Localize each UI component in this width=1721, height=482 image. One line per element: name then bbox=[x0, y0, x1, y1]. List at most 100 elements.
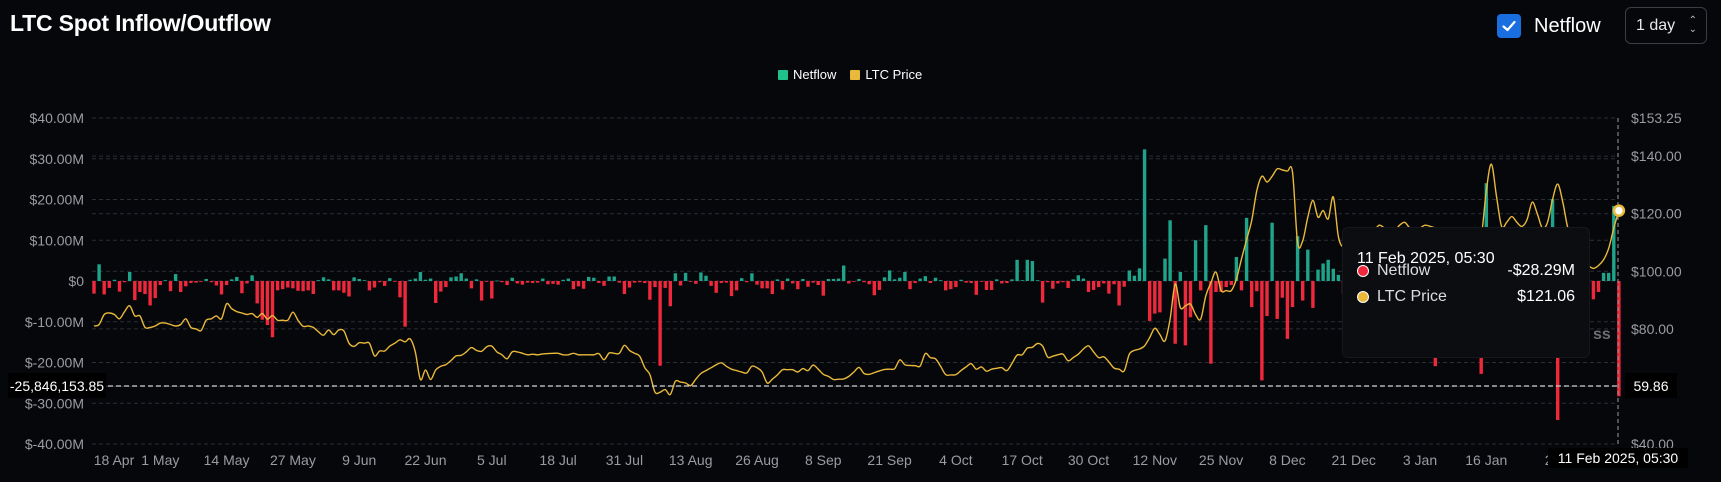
netflow-bar bbox=[1107, 281, 1111, 294]
netflow-bar bbox=[908, 281, 912, 290]
netflow-bar bbox=[1290, 281, 1295, 308]
left-axis-tick-label: $40.00M bbox=[30, 110, 84, 126]
netflow-bar bbox=[418, 272, 423, 281]
netflow-bar bbox=[510, 277, 514, 281]
netflow-bar bbox=[913, 281, 917, 284]
right-axis-tick-label: $140.00 bbox=[1631, 148, 1682, 164]
netflow-bar bbox=[831, 278, 836, 281]
netflow-bar bbox=[352, 277, 356, 281]
netflow-bar bbox=[199, 281, 203, 282]
netflow-bar bbox=[1306, 249, 1310, 281]
netflow-bar bbox=[479, 281, 484, 301]
netflow-bar bbox=[530, 281, 535, 284]
netflow-bar bbox=[1280, 281, 1284, 298]
netflow-bar bbox=[1010, 279, 1014, 281]
netflow-bar bbox=[179, 281, 183, 293]
netflow-bar bbox=[372, 281, 377, 288]
netflow-bar bbox=[893, 279, 897, 281]
netflow-bar bbox=[816, 281, 820, 286]
netflow-bar bbox=[1000, 281, 1004, 284]
tooltip-netflow-label: Netflow bbox=[1377, 262, 1431, 279]
netflow-bar bbox=[638, 281, 642, 283]
netflow-bar bbox=[1301, 281, 1305, 301]
netflow-bar bbox=[500, 281, 504, 283]
netflow-bar bbox=[291, 281, 295, 289]
netflow-bar bbox=[459, 273, 463, 281]
netflow-bar bbox=[122, 281, 127, 283]
netflow-bar bbox=[938, 280, 943, 281]
x-axis-tick-label: 5 Jul bbox=[477, 452, 507, 468]
netflow-bar bbox=[821, 281, 825, 296]
netflow-bar bbox=[903, 272, 907, 281]
netflow-bar bbox=[1204, 225, 1208, 281]
crosshair-right-value: 59.86 bbox=[1625, 373, 1677, 398]
netflow-bar bbox=[490, 281, 494, 299]
netflow-bar bbox=[1097, 281, 1101, 288]
netflow-bar bbox=[275, 281, 280, 291]
netflow-bar bbox=[505, 281, 509, 286]
netflow-bar bbox=[92, 281, 96, 294]
x-axis-labels: 18 Apr 1 May 14 May 27 May 9 Jun 22 Jun 5 Jul 1… bbox=[94, 452, 1561, 468]
netflow-bar bbox=[587, 276, 591, 281]
netflow-bar bbox=[1250, 281, 1254, 308]
netflow-bar bbox=[898, 277, 902, 281]
netflow-bar bbox=[959, 279, 963, 281]
netflow-bar bbox=[224, 281, 229, 286]
netflow-bar bbox=[785, 278, 790, 281]
netflow-bar bbox=[1285, 281, 1290, 339]
netflow-bar bbox=[852, 281, 856, 282]
x-axis-tick-label: 13 Aug bbox=[669, 452, 713, 468]
left-axis-tick-label: $20.00M bbox=[30, 192, 84, 208]
netflow-bar bbox=[485, 281, 489, 282]
netflow-bar bbox=[551, 281, 555, 284]
netflow-bar bbox=[699, 272, 703, 281]
netflow-bar bbox=[143, 281, 147, 295]
left-axis-tick-label: $30.00M bbox=[30, 151, 84, 167]
netflow-bar bbox=[867, 281, 871, 285]
netflow-bar bbox=[770, 281, 774, 295]
netflow-bar bbox=[979, 281, 984, 282]
netflow-bar bbox=[439, 281, 443, 292]
netflow-bar bbox=[428, 278, 433, 281]
netflow-bar bbox=[796, 281, 800, 290]
netflow-bar bbox=[173, 274, 178, 281]
netflow-bar bbox=[209, 281, 213, 283]
netflow-bar bbox=[949, 281, 953, 290]
netflow-bar bbox=[1127, 270, 1131, 281]
netflow-bar bbox=[857, 278, 861, 281]
netflow-bar bbox=[663, 281, 667, 288]
netflow-bar bbox=[321, 277, 326, 281]
x-axis-tick-label: 21 Sep bbox=[867, 452, 912, 468]
netflow-bar bbox=[719, 281, 723, 284]
netflow-bar bbox=[546, 281, 550, 285]
netflow-bar bbox=[842, 265, 846, 281]
right-axis-tick-label: $120.00 bbox=[1631, 206, 1682, 222]
netflow-bar bbox=[1148, 281, 1152, 321]
netflow-bar bbox=[933, 277, 938, 281]
netflow-bar bbox=[536, 281, 540, 283]
x-axis-tick-label: 31 Jul bbox=[606, 452, 643, 468]
netflow-bar bbox=[780, 281, 785, 290]
x-axis-tick-label: 1 May bbox=[141, 452, 179, 468]
netflow-bar bbox=[301, 281, 305, 292]
netflow-bar bbox=[163, 280, 168, 281]
netflow-bar bbox=[755, 281, 759, 285]
netflow-bar bbox=[1275, 281, 1279, 319]
netflow-bar bbox=[1066, 281, 1070, 288]
netflow-bar bbox=[1081, 278, 1086, 281]
netflow-bar bbox=[826, 278, 831, 281]
netflow-bar bbox=[648, 281, 652, 300]
x-axis-tick-label: 21 Dec bbox=[1332, 452, 1376, 468]
netflow-bar bbox=[1153, 281, 1157, 314]
netflow-bar bbox=[1102, 281, 1106, 284]
netflow-bar bbox=[765, 281, 769, 289]
netflow-bar bbox=[1112, 281, 1116, 285]
netflow-bar bbox=[704, 275, 708, 281]
netflow-bar bbox=[1601, 272, 1606, 281]
tooltip-row-netflow: Netflow -$28.29M bbox=[1357, 262, 1575, 280]
netflow-bar bbox=[694, 281, 698, 284]
netflow-bar bbox=[1035, 280, 1040, 281]
netflow-bar bbox=[367, 281, 372, 291]
netflow-bar bbox=[326, 279, 331, 281]
netflow-bar bbox=[882, 277, 887, 281]
